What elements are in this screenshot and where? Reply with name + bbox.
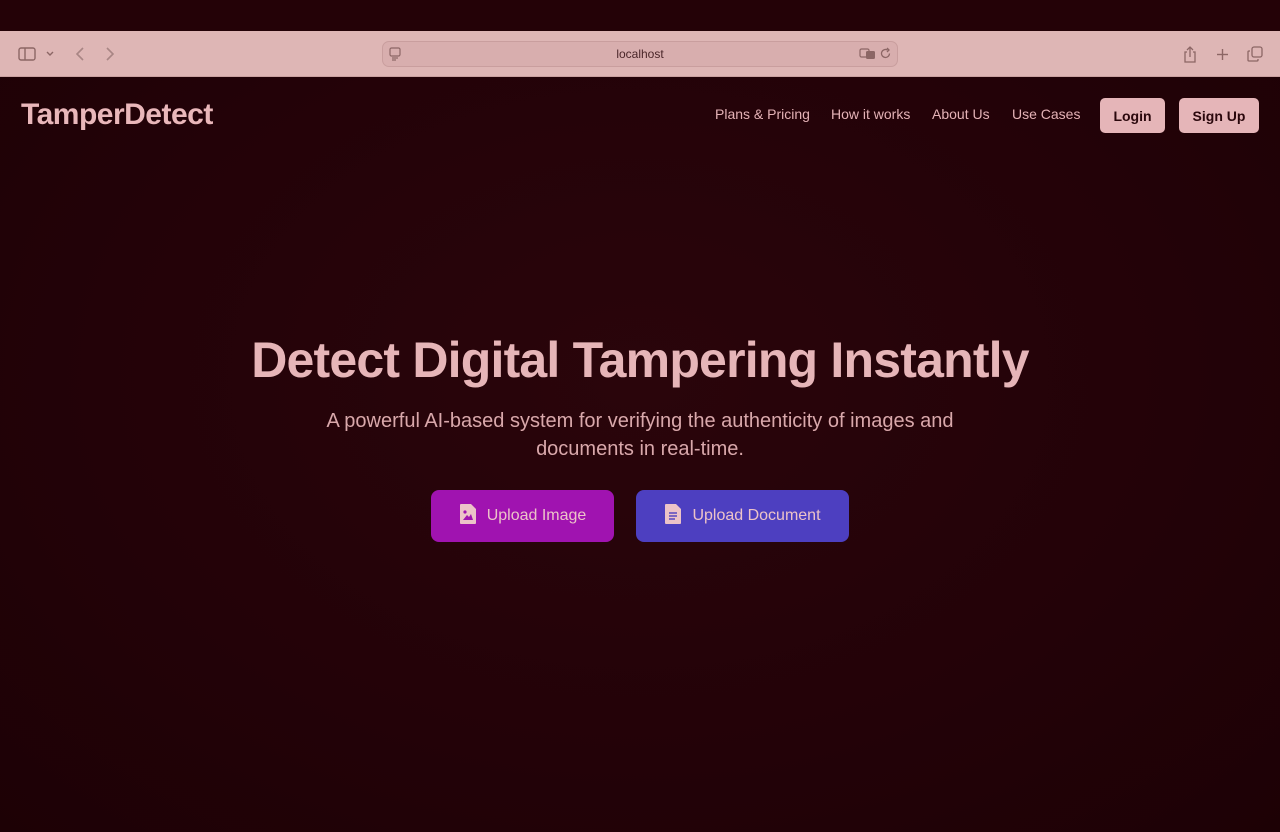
upload-image-button[interactable]: Upload Image	[431, 490, 614, 542]
hero-title: Detect Digital Tampering Instantly	[251, 332, 1029, 388]
back-icon[interactable]	[72, 43, 88, 65]
hero-subtitle-line-1: A powerful AI-based system for verifying…	[326, 410, 954, 432]
image-file-icon	[459, 503, 477, 530]
site-logo[interactable]: TamperDetect	[21, 98, 213, 132]
chevron-down-icon[interactable]	[44, 43, 56, 65]
landing-page: TamperDetect Plans & Pricing How it work…	[0, 77, 1280, 832]
url-text: localhost	[616, 47, 664, 61]
nav-about-us[interactable]: About Us	[932, 106, 990, 122]
login-button[interactable]: Login	[1100, 98, 1165, 133]
tabs-overview-icon[interactable]	[1246, 43, 1264, 65]
share-icon[interactable]	[1182, 43, 1198, 65]
new-tab-icon[interactable]	[1214, 43, 1230, 65]
address-bar[interactable]: localhost	[382, 41, 898, 67]
upload-document-label: Upload Document	[692, 507, 821, 524]
hero-subtitle-line-2: documents in real-time.	[536, 438, 744, 460]
nav-how-it-works[interactable]: How it works	[831, 106, 910, 122]
upload-image-label: Upload Image	[486, 507, 587, 524]
signup-button[interactable]: Sign Up	[1179, 98, 1259, 133]
window-top-strip	[0, 0, 1280, 31]
hero-subtitle: A powerful AI-based system for verifying…	[310, 407, 970, 463]
document-file-icon	[664, 503, 682, 530]
reload-icon[interactable]	[879, 47, 892, 65]
nav-use-cases[interactable]: Use Cases	[1012, 106, 1080, 122]
forward-icon[interactable]	[102, 43, 118, 65]
upload-document-button[interactable]: Upload Document	[636, 490, 849, 542]
browser-toolbar: localhost	[0, 31, 1280, 77]
sidebar-icon[interactable]	[17, 43, 37, 65]
nav-plans-pricing[interactable]: Plans & Pricing	[715, 106, 810, 122]
translate-icon[interactable]	[859, 47, 877, 66]
